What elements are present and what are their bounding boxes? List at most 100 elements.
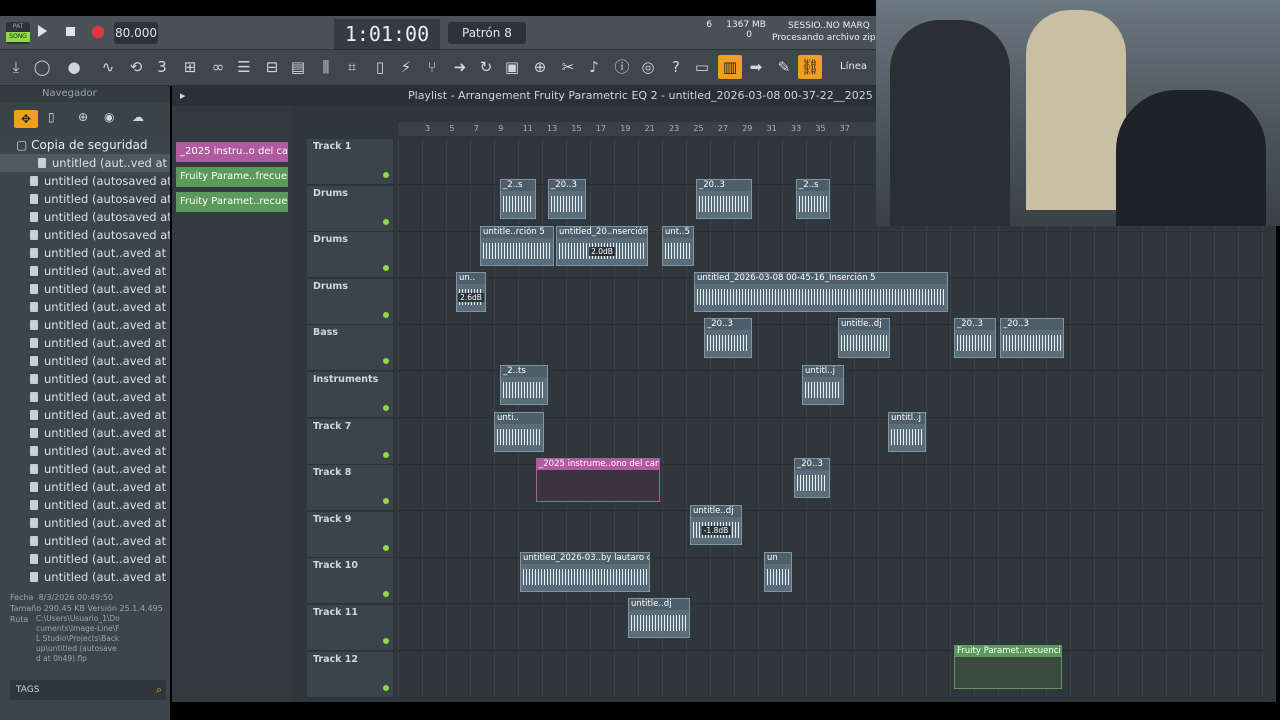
list-item[interactable]: untitled (aut..aved at 23h45) — [0, 262, 170, 280]
list-item[interactable]: untitled (aut..aved at 14h27) — [0, 388, 170, 406]
list-item[interactable]: untitled (aut..aved at 11h41) — [0, 532, 170, 550]
target-tab-icon[interactable]: ◉ — [104, 110, 114, 124]
list-item[interactable]: untitled (aut..aved at 13h49) — [0, 424, 170, 442]
list-item[interactable]: untitled (aut..aved at 14h37) — [0, 370, 170, 388]
search-icon[interactable]: ⌕ — [156, 680, 162, 700]
track-header[interactable]: Drums — [307, 185, 393, 232]
track-led-icon[interactable] — [383, 544, 389, 551]
list-item[interactable]: untitled (aut..aved at 14h31) — [0, 478, 170, 496]
keyboard-icon[interactable]: ▥ — [718, 55, 742, 79]
track-led-icon[interactable] — [383, 358, 389, 365]
next-icon[interactable]: ➡ — [744, 55, 768, 79]
playlist-clip[interactable]: untitle..rción 5 — [480, 226, 554, 266]
refresh-knob-icon[interactable]: ◯ — [30, 55, 54, 79]
track-header[interactable]: Drums — [307, 278, 393, 325]
plug-icon[interactable]: ⚡ — [394, 55, 418, 79]
playlist-clip[interactable]: _20..3 — [794, 458, 830, 498]
track-led-icon[interactable] — [383, 684, 389, 691]
info-icon[interactable]: ⓘ — [610, 55, 634, 79]
file-icon[interactable]: ▯ — [368, 55, 392, 79]
snap-selector[interactable]: Línea — [840, 58, 876, 76]
track-header[interactable]: Bass — [307, 325, 393, 372]
playlist-clip[interactable]: untitle..dj -1.8dB — [690, 505, 742, 545]
loop-icon[interactable]: ⟲ — [124, 55, 148, 79]
stop-icon[interactable] — [66, 27, 75, 36]
playlist-clip[interactable]: _20..3 — [548, 179, 586, 219]
playlist-clip[interactable]: untitl..j — [888, 412, 926, 452]
playlist-clip[interactable]: _20..3 — [954, 318, 996, 358]
track-header[interactable]: Track 11 — [307, 605, 393, 651]
track-led-icon[interactable] — [383, 498, 389, 505]
files-tab-icon[interactable]: ▯ — [48, 110, 55, 124]
playlist-clip[interactable]: _20..3 — [1000, 318, 1064, 358]
sync-icon[interactable]: ↻ — [474, 55, 498, 79]
list-item[interactable]: untitled (aut..aved at 14h59) — [0, 334, 170, 352]
track-lane[interactable] — [398, 605, 1266, 651]
knob-icon[interactable]: ● — [62, 55, 86, 79]
track-led-icon[interactable] — [383, 218, 389, 225]
channel-icon[interactable]: ⊟ — [260, 55, 284, 79]
track-lane[interactable] — [398, 465, 1266, 512]
pat-song-toggle[interactable]: PAT SONG — [6, 22, 30, 44]
playlist-clip[interactable]: unt..5 — [662, 226, 694, 266]
playlist-arrow-icon[interactable]: ▸ — [180, 86, 186, 106]
track-led-icon[interactable] — [383, 591, 389, 598]
playlist-icon[interactable]: ▤ — [286, 55, 310, 79]
list-item[interactable]: untitled (aut..aved at 13h42) — [0, 496, 170, 514]
track-led-icon[interactable] — [383, 405, 389, 411]
mic-icon[interactable]: ♪ — [582, 55, 606, 79]
list-item[interactable]: untitled (aut..aved at 11h21) — [0, 550, 170, 568]
list-item[interactable]: untitled (aut..aved at 23h56) — [0, 244, 170, 262]
playlist-clip[interactable]: _20..3 — [704, 318, 752, 358]
list-item[interactable]: untitled (aut..ved at 0h49) — [0, 154, 170, 172]
playlist-clip[interactable]: unti.. — [494, 412, 544, 452]
list-item[interactable]: untitled (aut..aved at 11h56) — [0, 514, 170, 532]
tempo-display[interactable]: 80.000 — [114, 22, 158, 44]
pattern-selector[interactable]: Patrón 8 — [448, 22, 526, 44]
picker-clip[interactable]: Fruity Parame..frecuencia — [176, 167, 288, 187]
browser-folder[interactable]: ▢ Copia de seguridad — [0, 136, 170, 154]
download-icon[interactable]: ⤓ — [4, 55, 28, 79]
save-icon[interactable]: ▣ — [500, 55, 524, 79]
track-led-icon[interactable] — [383, 638, 389, 644]
wave-icon[interactable]: ∿ — [96, 55, 120, 79]
cut-icon[interactable]: ✂ — [556, 55, 580, 79]
playlist-clip[interactable]: _2..s — [500, 179, 536, 219]
timeline-ruler[interactable] — [398, 122, 876, 136]
playlist-clip[interactable]: _2025 instrume..ono del canal — [536, 458, 660, 502]
pencil-icon[interactable]: ✎ — [772, 55, 796, 79]
picker-clip[interactable]: _2025 instru..o del canal — [176, 142, 288, 162]
track-led-icon[interactable] — [383, 311, 389, 318]
list-item[interactable]: untitled (aut..aved at 14h47) — [0, 352, 170, 370]
render-icon[interactable]: ⊕ — [528, 55, 552, 79]
playlist-clip[interactable]: _20..3 — [696, 179, 752, 219]
track-header[interactable]: Drums — [307, 232, 393, 279]
list-item[interactable]: untitled (aut..aved at 23h35) — [0, 280, 170, 298]
track-header[interactable]: Track 1 — [307, 139, 393, 185]
tags-bar[interactable]: TAGS ⌕ — [10, 680, 166, 700]
list-item[interactable]: untitled (autosaved at 0h39) — [0, 172, 170, 190]
playlist-clip[interactable]: un.. 2.6dB — [456, 272, 486, 312]
plugin-icon[interactable]: ⌗ — [340, 55, 364, 79]
track-led-icon[interactable] — [383, 451, 389, 458]
track-header[interactable]: Track 8 — [307, 465, 393, 512]
blend-icon[interactable]: ∞ — [206, 55, 230, 79]
monitor-icon[interactable]: ▭ — [690, 55, 714, 79]
tuning-icon[interactable]: ⑂ — [420, 55, 444, 79]
track-led-icon[interactable] — [383, 265, 389, 272]
track-header[interactable]: Track 10 — [307, 558, 393, 605]
picker-clip[interactable]: Fruity Paramet..recuencia — [176, 192, 288, 212]
playlist-clip[interactable]: untitled_2026-03-08 00-45-16_Inserción 5 — [694, 272, 948, 312]
list-item[interactable]: untitled (autosaved at 0h07) — [0, 226, 170, 244]
track-lane[interactable] — [398, 511, 1266, 558]
playlist-clip[interactable]: _2..ts — [500, 365, 548, 405]
record-icon[interactable] — [92, 26, 104, 38]
list-item[interactable]: untitled (aut..aved at 12h11) — [0, 568, 170, 586]
playlist-clip[interactable]: untitled_20..nserción 5 2.0dB — [556, 226, 648, 266]
list-item[interactable]: untitled (aut..aved at 14h43) — [0, 460, 170, 478]
chat-icon[interactable]: ◎ — [636, 55, 660, 79]
track-header[interactable]: Instruments — [307, 372, 393, 418]
play-icon[interactable] — [38, 25, 47, 37]
list-item[interactable]: untitled (autosaved at 0h17) — [0, 208, 170, 226]
all-tab-icon[interactable]: ✥ — [14, 110, 38, 128]
